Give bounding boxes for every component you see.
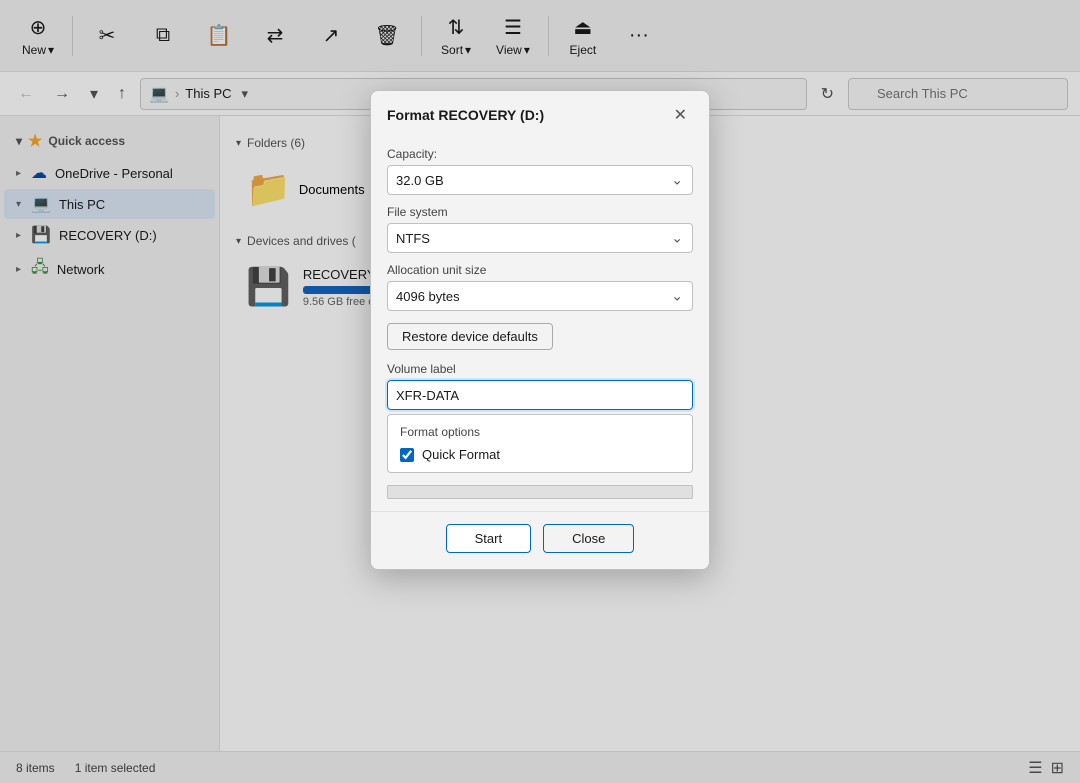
filesystem-label: File system xyxy=(387,205,693,219)
quick-format-row: Quick Format xyxy=(400,447,680,462)
format-options-box: Format options Quick Format xyxy=(387,414,693,473)
volume-label: Volume label xyxy=(387,362,693,376)
quick-format-checkbox[interactable] xyxy=(400,448,414,462)
quick-format-label: Quick Format xyxy=(422,447,500,462)
progress-bar xyxy=(387,485,693,499)
capacity-select[interactable]: 32.0 GB xyxy=(387,165,693,195)
format-dialog: Format RECOVERY (D:) ✕ Capacity: 32.0 GB… xyxy=(370,90,710,570)
dialog-title: Format RECOVERY (D:) xyxy=(387,107,544,123)
volume-input[interactable] xyxy=(387,380,693,410)
allocation-select-wrap: 4096 bytes 512 bytes 1024 bytes 2048 byt… xyxy=(387,281,693,311)
dialog-footer: Start Close xyxy=(371,511,709,569)
capacity-select-wrap: 32.0 GB xyxy=(387,165,693,195)
start-button[interactable]: Start xyxy=(446,524,531,553)
allocation-label: Allocation unit size xyxy=(387,263,693,277)
close-button[interactable]: Close xyxy=(543,524,634,553)
dialog-body: Capacity: 32.0 GB File system NTFS FAT32… xyxy=(371,147,709,511)
format-options-title: Format options xyxy=(400,425,680,439)
capacity-label: Capacity: xyxy=(387,147,693,161)
dialog-close-icon: ✕ xyxy=(674,107,687,124)
dialog-overlay: Format RECOVERY (D:) ✕ Capacity: 32.0 GB… xyxy=(0,0,1080,783)
dialog-close-button[interactable]: ✕ xyxy=(668,103,693,127)
allocation-select[interactable]: 4096 bytes 512 bytes 1024 bytes 2048 byt… xyxy=(387,281,693,311)
restore-defaults-button[interactable]: Restore device defaults xyxy=(387,323,553,350)
filesystem-select-wrap: NTFS FAT32 exFAT xyxy=(387,223,693,253)
dialog-titlebar: Format RECOVERY (D:) ✕ xyxy=(371,91,709,137)
filesystem-select[interactable]: NTFS FAT32 exFAT xyxy=(387,223,693,253)
